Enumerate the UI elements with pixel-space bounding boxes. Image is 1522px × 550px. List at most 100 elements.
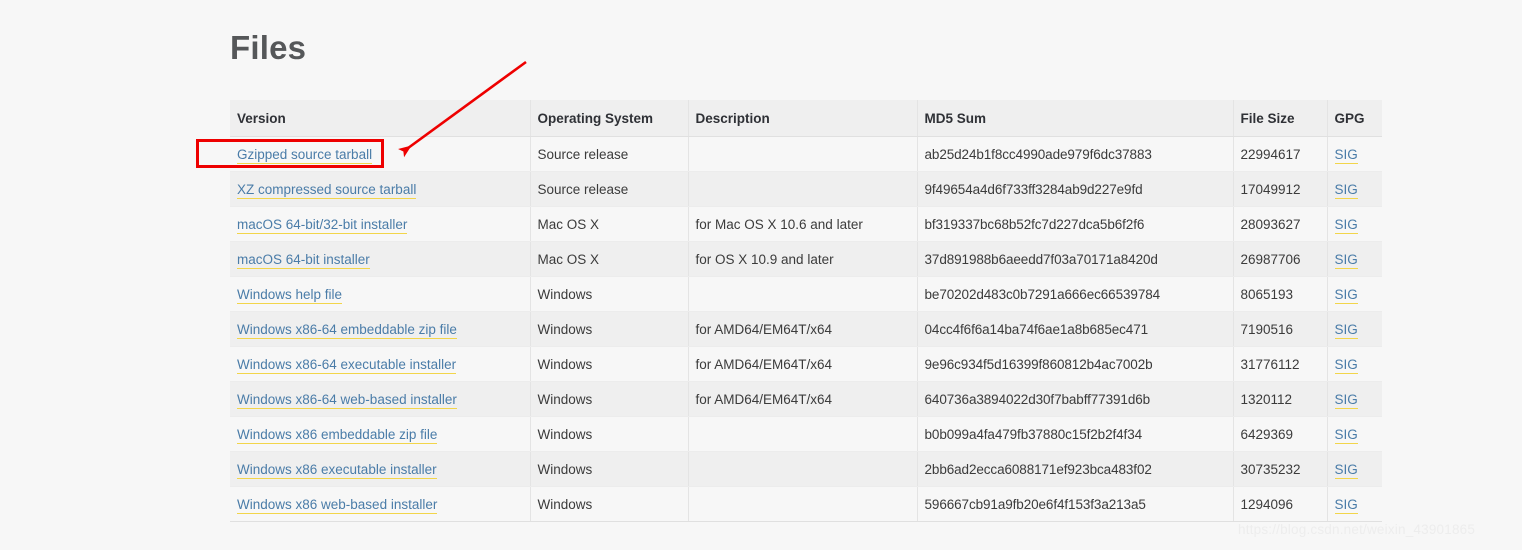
cell-gpg: SIG xyxy=(1327,137,1382,172)
sig-link[interactable]: SIG xyxy=(1335,182,1358,199)
cell-version: XZ compressed source tarball xyxy=(230,172,530,207)
cell-md5-sum: b0b099a4fa479fb37880c15f2b2f4f34 xyxy=(917,417,1233,452)
table-row: Windows x86 web-based installer Windows 59… xyxy=(230,487,1382,522)
download-link[interactable]: Windows x86 embeddable zip file xyxy=(237,427,437,444)
page-title: Files xyxy=(230,28,306,68)
cell-version: Gzipped source tarball xyxy=(230,137,530,172)
cell-version: Windows x86 embeddable zip file xyxy=(230,417,530,452)
cell-file-size: 28093627 xyxy=(1233,207,1327,242)
sig-link[interactable]: SIG xyxy=(1335,392,1358,409)
sig-link[interactable]: SIG xyxy=(1335,357,1358,374)
download-link[interactable]: Gzipped source tarball xyxy=(237,147,372,164)
download-link[interactable]: Windows x86 web-based installer xyxy=(237,497,437,514)
watermark-text: https://blog.csdn.net/weixin_43901865 xyxy=(1238,522,1475,537)
cell-operating-system: Mac OS X xyxy=(530,207,688,242)
cell-description xyxy=(688,417,917,452)
cell-version: Windows x86 executable installer xyxy=(230,452,530,487)
cell-file-size: 31776112 xyxy=(1233,347,1327,382)
cell-version: Windows x86-64 executable installer xyxy=(230,347,530,382)
cell-md5-sum: 596667cb91a9fb20e6f4f153f3a213a5 xyxy=(917,487,1233,522)
table-row: Windows x86-64 embeddable zip file Window… xyxy=(230,312,1382,347)
cell-description: for AMD64/EM64T/x64 xyxy=(688,382,917,417)
cell-md5-sum: bf319337bc68b52fc7d227dca5b6f2f6 xyxy=(917,207,1233,242)
download-link[interactable]: macOS 64-bit/32-bit installer xyxy=(237,217,407,234)
cell-description: for Mac OS X 10.6 and later xyxy=(688,207,917,242)
cell-description: for AMD64/EM64T/x64 xyxy=(688,347,917,382)
cell-operating-system: Windows xyxy=(530,277,688,312)
table-row: Windows x86 embeddable zip file Windows b0… xyxy=(230,417,1382,452)
table-row: Windows x86-64 executable installerWindo… xyxy=(230,347,1382,382)
download-link[interactable]: XZ compressed source tarball xyxy=(237,182,416,199)
cell-md5-sum: be70202d483c0b7291a666ec66539784 xyxy=(917,277,1233,312)
table-row: XZ compressed source tarball Source relea… xyxy=(230,172,1382,207)
cell-operating-system: Source release xyxy=(530,172,688,207)
cell-file-size: 1294096 xyxy=(1233,487,1327,522)
cell-file-size: 17049912 xyxy=(1233,172,1327,207)
cell-description: for OS X 10.9 and later xyxy=(688,242,917,277)
cell-gpg: SIG xyxy=(1327,452,1382,487)
sig-link[interactable]: SIG xyxy=(1335,217,1358,234)
sig-link[interactable]: SIG xyxy=(1335,322,1358,339)
download-link[interactable]: Windows x86 executable installer xyxy=(237,462,437,479)
cell-md5-sum: 37d891988b6aeedd7f03a70171a8420d xyxy=(917,242,1233,277)
cell-description xyxy=(688,487,917,522)
cell-file-size: 1320112 xyxy=(1233,382,1327,417)
cell-gpg: SIG xyxy=(1327,487,1382,522)
cell-file-size: 30735232 xyxy=(1233,452,1327,487)
cell-version: Windows x86-64 web-based installer xyxy=(230,382,530,417)
column-header-operating-system: Operating System xyxy=(530,100,688,137)
cell-description xyxy=(688,452,917,487)
cell-gpg: SIG xyxy=(1327,417,1382,452)
download-link[interactable]: Windows x86-64 web-based installer xyxy=(237,392,457,409)
table-header-row: Version Operating System Description MD5… xyxy=(230,100,1382,137)
cell-md5-sum: 9f49654a4d6f733ff3284ab9d227e9fd xyxy=(917,172,1233,207)
cell-operating-system: Windows xyxy=(530,312,688,347)
cell-gpg: SIG xyxy=(1327,382,1382,417)
column-header-gpg: GPG xyxy=(1327,100,1382,137)
cell-gpg: SIG xyxy=(1327,347,1382,382)
download-link[interactable]: Windows x86-64 executable installer xyxy=(237,357,456,374)
cell-gpg: SIG xyxy=(1327,312,1382,347)
cell-version: macOS 64-bit installer xyxy=(230,242,530,277)
cell-version: macOS 64-bit/32-bit installer xyxy=(230,207,530,242)
cell-gpg: SIG xyxy=(1327,207,1382,242)
cell-file-size: 22994617 xyxy=(1233,137,1327,172)
table-row: Gzipped source tarball Source release ab25… xyxy=(230,137,1382,172)
cell-md5-sum: ab25d24b1f8cc4990ade979f6dc37883 xyxy=(917,137,1233,172)
cell-gpg: SIG xyxy=(1327,172,1382,207)
cell-description xyxy=(688,277,917,312)
cell-file-size: 26987706 xyxy=(1233,242,1327,277)
cell-md5-sum: 2bb6ad2ecca6088171ef923bca483f02 xyxy=(917,452,1233,487)
cell-gpg: SIG xyxy=(1327,242,1382,277)
sig-link[interactable]: SIG xyxy=(1335,287,1358,304)
files-table-container: Version Operating System Description MD5… xyxy=(230,100,1382,522)
table-row: macOS 64-bit/32-bit installer Mac OS Xfor… xyxy=(230,207,1382,242)
download-link[interactable]: Windows help file xyxy=(237,287,342,304)
files-table-body: Gzipped source tarball Source release ab25… xyxy=(230,137,1382,522)
cell-description xyxy=(688,172,917,207)
sig-link[interactable]: SIG xyxy=(1335,462,1358,479)
cell-description xyxy=(688,137,917,172)
download-link[interactable]: macOS 64-bit installer xyxy=(237,252,370,269)
sig-link[interactable]: SIG xyxy=(1335,497,1358,514)
cell-md5-sum: 640736a3894022d30f7babff77391d6b xyxy=(917,382,1233,417)
table-row: Windows x86-64 web-based installer Window… xyxy=(230,382,1382,417)
cell-gpg: SIG xyxy=(1327,277,1382,312)
table-row: Windows x86 executable installerWindows2… xyxy=(230,452,1382,487)
cell-operating-system: Windows xyxy=(530,382,688,417)
cell-md5-sum: 04cc4f6f6a14ba74f6ae1a8b685ec471 xyxy=(917,312,1233,347)
cell-operating-system: Windows xyxy=(530,487,688,522)
cell-version: Windows x86 web-based installer xyxy=(230,487,530,522)
cell-operating-system: Windows xyxy=(530,417,688,452)
sig-link[interactable]: SIG xyxy=(1335,427,1358,444)
sig-link[interactable]: SIG xyxy=(1335,252,1358,269)
cell-description: for AMD64/EM64T/x64 xyxy=(688,312,917,347)
column-header-file-size: File Size xyxy=(1233,100,1327,137)
cell-version: Windows help file xyxy=(230,277,530,312)
cell-operating-system: Source release xyxy=(530,137,688,172)
column-header-description: Description xyxy=(688,100,917,137)
files-table: Version Operating System Description MD5… xyxy=(230,100,1382,522)
cell-md5-sum: 9e96c934f5d16399f860812b4ac7002b xyxy=(917,347,1233,382)
download-link[interactable]: Windows x86-64 embeddable zip file xyxy=(237,322,457,339)
sig-link[interactable]: SIG xyxy=(1335,147,1358,164)
